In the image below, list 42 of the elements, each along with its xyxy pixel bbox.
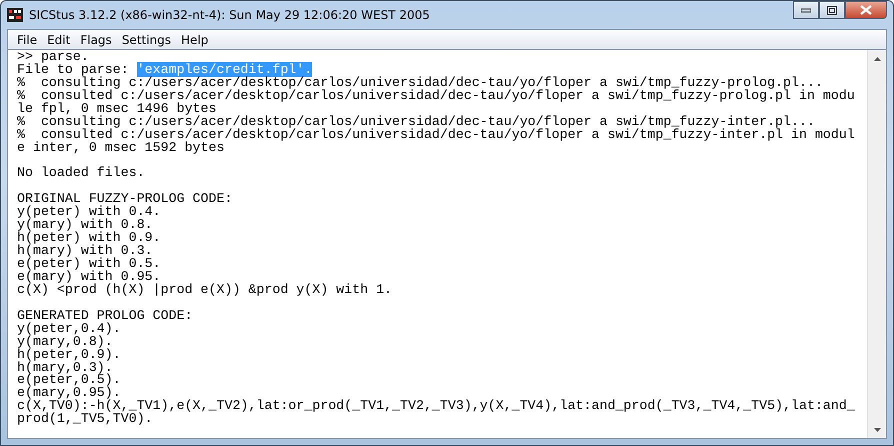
- selected-text: 'examples/credit.fpl'.: [136, 62, 312, 77]
- maximize-icon: [827, 6, 837, 14]
- menu-item[interactable]: Edit: [42, 32, 76, 46]
- console-line: >> parse.: [17, 51, 90, 64]
- console-line: e(peter,0.5).: [17, 374, 122, 388]
- console-line: e inter, 0 msec 1592 bytes: [17, 142, 224, 154]
- console-line: e(mary) with 0.95.: [17, 270, 161, 284]
- up-arrow-icon: [874, 56, 880, 60]
- console-line: e(peter) with 0.5.: [17, 258, 162, 271]
- console-line: ORIGINAL FUZZY-PROLOG CODE:: [17, 193, 234, 206]
- menu-item[interactable]: Help: [176, 32, 214, 46]
- console-line: File to parse:: [17, 62, 130, 77]
- console-line: h(peter) with 0.9.: [17, 232, 162, 246]
- menu-item[interactable]: Settings: [116, 32, 176, 46]
- console-line: y(mary) with 0.8.: [17, 219, 153, 232]
- console-line: e(mary,0.95).: [17, 387, 121, 400]
- console-line: y(peter) with 0.4.: [17, 206, 162, 220]
- console-line: c(X,TV0):-h(X,_TV1),e(X,_TV2),lat:or_prod(_TV1,_TV2,_TV3),y(X,_TV4),lat:and_prod(_TV3,_TV4,_TV5),lat:and_: [17, 400, 856, 414]
- console-line: % consulted c:/users/acer/desktop/carlos/universidad/dec-tau/yo/floper a swi/tmp_fuzzy-inter.pl in modul: [17, 128, 856, 142]
- console-line: h(peter,0.9).: [17, 348, 122, 362]
- console-line: le fpl, 0 msec 1496 bytes: [17, 102, 216, 116]
- close-icon: [860, 5, 872, 15]
- console-line: y(mary,0.8).: [17, 336, 113, 349]
- console-line: c(X) <prod (h(X) |prod e(X)) &prod y(X) with 1.: [17, 284, 394, 297]
- console-line: prod(1,_TV5,TV0).: [17, 413, 153, 426]
- console-line: GENERATED PROLOG CODE:: [17, 310, 194, 323]
- down-arrow-icon: [874, 428, 880, 432]
- close-button[interactable]: [845, 1, 887, 19]
- console-line: % consulted c:/users/acer/desktop/carlos/universidad/dec-tau/yo/floper a swi/tmp_fuzzy-prolog.pl in modu: [17, 90, 856, 103]
- minimize-icon: [801, 7, 811, 13]
- console-line: h(mary,0.3).: [17, 362, 113, 374]
- console-line: h(mary) with 0.3.: [17, 245, 153, 258]
- menu-item[interactable]: File: [12, 32, 42, 46]
- console-line: % consulting c:/users/acer/desktop/carlos/universidad/dec-tau/yo/floper a swi/tmp_fuzzy-inter.pl...: [17, 116, 816, 129]
- window-title: SICStus 3.12.2 (x86-win32-nt-4): Sun May 29 12:06:20 WEST 2005: [29, 8, 431, 22]
- console-line: No loaded files.: [17, 167, 146, 180]
- console-line: y(peter,0.4).: [17, 322, 122, 336]
- maximize-button[interactable]: [819, 1, 845, 19]
- minimize-button[interactable]: [793, 1, 819, 19]
- console-line: % consulting c:/users/acer/desktop/carlos/universidad/dec-tau/yo/floper a swi/tmp_fuzzy-prolog.pl...: [17, 76, 824, 90]
- menu-item[interactable]: Flags: [75, 32, 117, 46]
- app-logo-icon: [7, 8, 23, 22]
